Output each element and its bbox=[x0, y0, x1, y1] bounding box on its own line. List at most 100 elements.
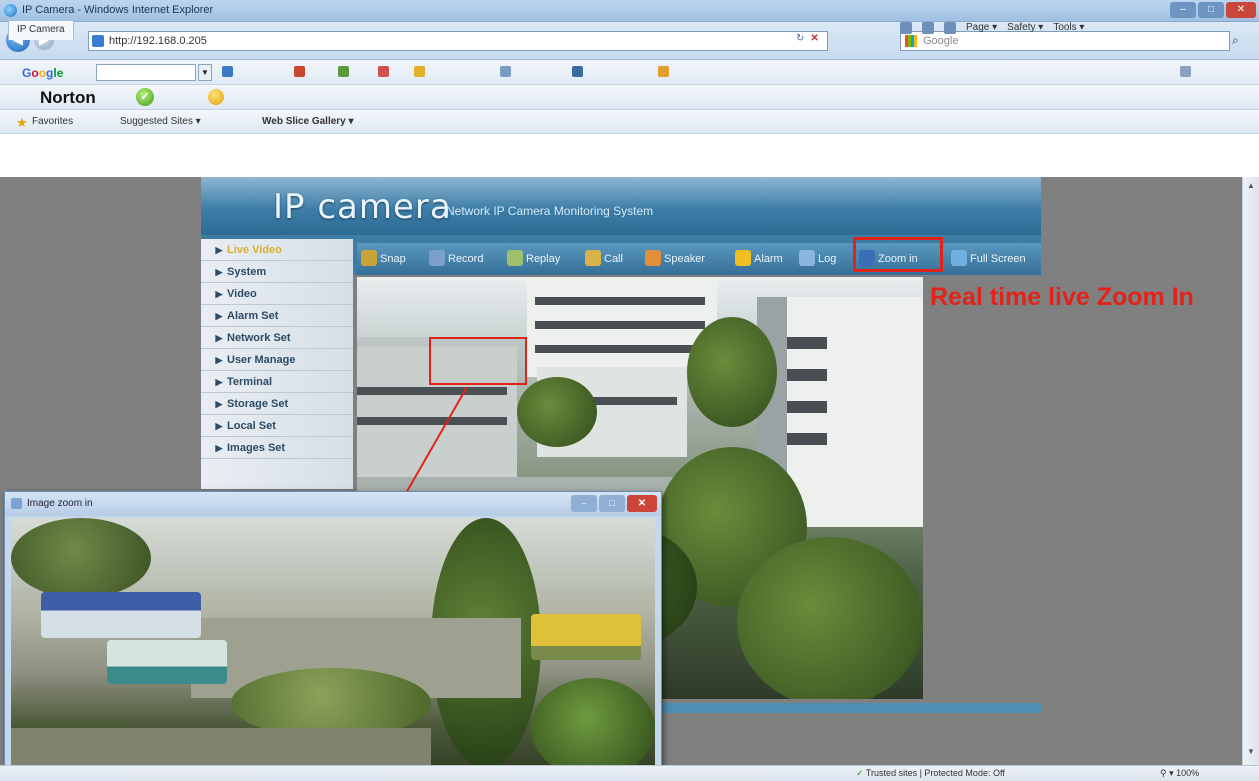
close-button[interactable]: ✕ bbox=[1226, 2, 1256, 18]
call-button[interactable]: Call bbox=[585, 249, 623, 269]
replay-icon bbox=[507, 250, 523, 266]
minimize-button[interactable]: – bbox=[1170, 2, 1196, 18]
full-screen-button[interactable]: Full Screen bbox=[951, 249, 1026, 269]
camera-logo: IP camera bbox=[273, 187, 452, 227]
tool-label: Call bbox=[604, 253, 623, 265]
tools-menu[interactable]: Tools ▾ bbox=[1053, 22, 1084, 34]
toolbar-button[interactable] bbox=[572, 66, 586, 78]
record-button[interactable]: Record bbox=[429, 249, 483, 269]
norton-check-icon[interactable]: ✓ bbox=[136, 88, 154, 106]
zoomed-image bbox=[11, 518, 655, 776]
menu-label: Local Set bbox=[227, 420, 276, 432]
zoom-window-titlebar[interactable]: Image zoom in – □ ✕ bbox=[5, 492, 661, 516]
check-icon: ✓ bbox=[856, 768, 866, 778]
feeds-icon[interactable] bbox=[922, 22, 934, 34]
image-zoom-window: Image zoom in – □ ✕ bbox=[4, 491, 662, 781]
camera-icon bbox=[361, 250, 377, 266]
security-zone-status[interactable]: ✓ Trusted sites | Protected Mode: Off bbox=[856, 768, 1005, 779]
menu-item-live-video[interactable]: ▶ Live Video bbox=[201, 239, 353, 261]
video-scene bbox=[357, 387, 507, 395]
bing-icon bbox=[905, 35, 917, 47]
zoom-maximize-button[interactable]: □ bbox=[599, 495, 625, 512]
menu-item-system[interactable]: ▶ System bbox=[201, 261, 353, 283]
menu-label: Live Video bbox=[227, 244, 282, 256]
zoom-minimize-button[interactable]: – bbox=[571, 495, 597, 512]
home-icon[interactable] bbox=[900, 22, 912, 34]
toolbar-button[interactable] bbox=[222, 66, 236, 78]
zoom-window-title: Image zoom in bbox=[27, 498, 93, 509]
snap-button[interactable]: Snap bbox=[361, 249, 406, 269]
menu-item-storage-set[interactable]: ▶ Storage Set bbox=[201, 393, 353, 415]
tab-ip-camera[interactable]: IP Camera bbox=[8, 20, 74, 40]
video-scene bbox=[787, 401, 827, 413]
window-icon bbox=[11, 498, 22, 509]
alarm-button[interactable]: Alarm bbox=[735, 249, 783, 269]
video-scene bbox=[687, 317, 777, 427]
toolbar-button[interactable] bbox=[338, 66, 352, 78]
video-scene bbox=[787, 433, 827, 445]
stop-icon[interactable]: ✕ bbox=[810, 33, 818, 49]
arrow-icon: ▶ bbox=[215, 377, 223, 387]
status-bar: ✓ Trusted sites | Protected Mode: Off ⚲ … bbox=[0, 765, 1259, 781]
zoom-close-button[interactable]: ✕ bbox=[627, 495, 657, 512]
camera-subtitle: Network IP Camera Monitoring System bbox=[446, 204, 654, 218]
print-icon[interactable] bbox=[944, 22, 956, 34]
google-dropdown-button[interactable]: ▼ bbox=[198, 64, 212, 81]
favorites-bar: ★ Favorites Suggested Sites ▾ Web Slice … bbox=[0, 110, 1259, 134]
menu-item-local-set[interactable]: ▶ Local Set bbox=[201, 415, 353, 437]
zoom-scene bbox=[41, 592, 201, 638]
tool-label: Full Screen bbox=[970, 253, 1026, 265]
tool-label: Snap bbox=[380, 253, 406, 265]
tool-label: Alarm bbox=[754, 253, 783, 265]
safety-menu[interactable]: Safety ▾ bbox=[1007, 22, 1043, 34]
bell-icon bbox=[735, 250, 751, 266]
video-scene bbox=[535, 321, 705, 329]
search-input[interactable]: Google bbox=[900, 31, 1230, 51]
refresh-icon[interactable]: ↻ bbox=[796, 33, 804, 49]
toolbar-button[interactable] bbox=[378, 66, 392, 78]
scroll-up-icon[interactable]: ▲ bbox=[1247, 181, 1255, 190]
toolbar-settings-icon[interactable] bbox=[1180, 66, 1194, 78]
menu-item-network-set[interactable]: ▶ Network Set bbox=[201, 327, 353, 349]
video-scene bbox=[737, 537, 923, 699]
search-icon[interactable]: ⌕ bbox=[1232, 33, 1239, 48]
scroll-down-icon[interactable]: ▼ bbox=[1247, 747, 1255, 756]
favorites-button[interactable]: Favorites bbox=[32, 116, 73, 127]
url-text: http://192.168.0.205 bbox=[109, 35, 207, 47]
url-field[interactable]: http://192.168.0.205 bbox=[88, 31, 828, 51]
menu-label: Storage Set bbox=[227, 398, 289, 410]
web-slice-gallery-link[interactable]: Web Slice Gallery ▾ bbox=[262, 116, 354, 127]
menu-item-images-set[interactable]: ▶ Images Set bbox=[201, 437, 353, 459]
arrow-icon: ▶ bbox=[215, 245, 223, 255]
google-search-input[interactable] bbox=[96, 64, 196, 81]
toolbar-button[interactable] bbox=[658, 66, 672, 78]
log-button[interactable]: Log bbox=[799, 249, 836, 269]
menu-label: Video bbox=[227, 288, 257, 300]
page-icon bbox=[92, 35, 104, 47]
toolbar-button[interactable] bbox=[294, 66, 308, 78]
search-placeholder: Google bbox=[923, 35, 959, 47]
menu-label: Images Set bbox=[227, 442, 286, 454]
arrow-icon: ▶ bbox=[215, 443, 223, 453]
star-icon: ★ bbox=[16, 115, 28, 130]
norton-label[interactable]: Norton bbox=[40, 88, 96, 108]
norton-safe-search-icon[interactable] bbox=[208, 89, 224, 105]
maximize-button[interactable]: □ bbox=[1198, 2, 1224, 18]
replay-button[interactable]: Replay bbox=[507, 249, 560, 269]
menu-item-alarm-set[interactable]: ▶ Alarm Set bbox=[201, 305, 353, 327]
zoom-level[interactable]: ⚲ ▾ 100% bbox=[1160, 768, 1199, 779]
suggested-sites-link[interactable]: Suggested Sites ▾ bbox=[120, 116, 201, 127]
star-icon[interactable] bbox=[414, 66, 428, 78]
menu-item-terminal[interactable]: ▶ Terminal bbox=[201, 371, 353, 393]
zoom-region-box[interactable] bbox=[429, 337, 527, 385]
toolbar-button[interactable] bbox=[500, 66, 514, 78]
page-menu[interactable]: Page ▾ bbox=[966, 22, 997, 34]
google-letter: o bbox=[31, 66, 39, 80]
menu-label: Terminal bbox=[227, 376, 273, 388]
menu-item-user-manage[interactable]: ▶ User Manage bbox=[201, 349, 353, 371]
speaker-button[interactable]: Speaker bbox=[645, 249, 705, 269]
zoom-scene bbox=[531, 678, 655, 776]
video-scene bbox=[535, 345, 705, 353]
vertical-scrollbar[interactable]: ▲ ▼ bbox=[1242, 177, 1259, 765]
menu-item-video[interactable]: ▶ Video bbox=[201, 283, 353, 305]
